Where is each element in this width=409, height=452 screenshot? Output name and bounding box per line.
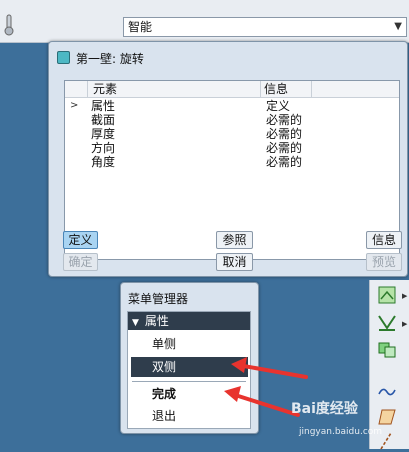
watermark-brand: Bai度经验 — [291, 401, 358, 417]
annotation-arrow — [224, 386, 300, 417]
watermark-url: jingyan.baidu.com — [299, 427, 383, 437]
annotation-arrows — [224, 357, 308, 417]
annotation-arrow — [231, 357, 308, 379]
